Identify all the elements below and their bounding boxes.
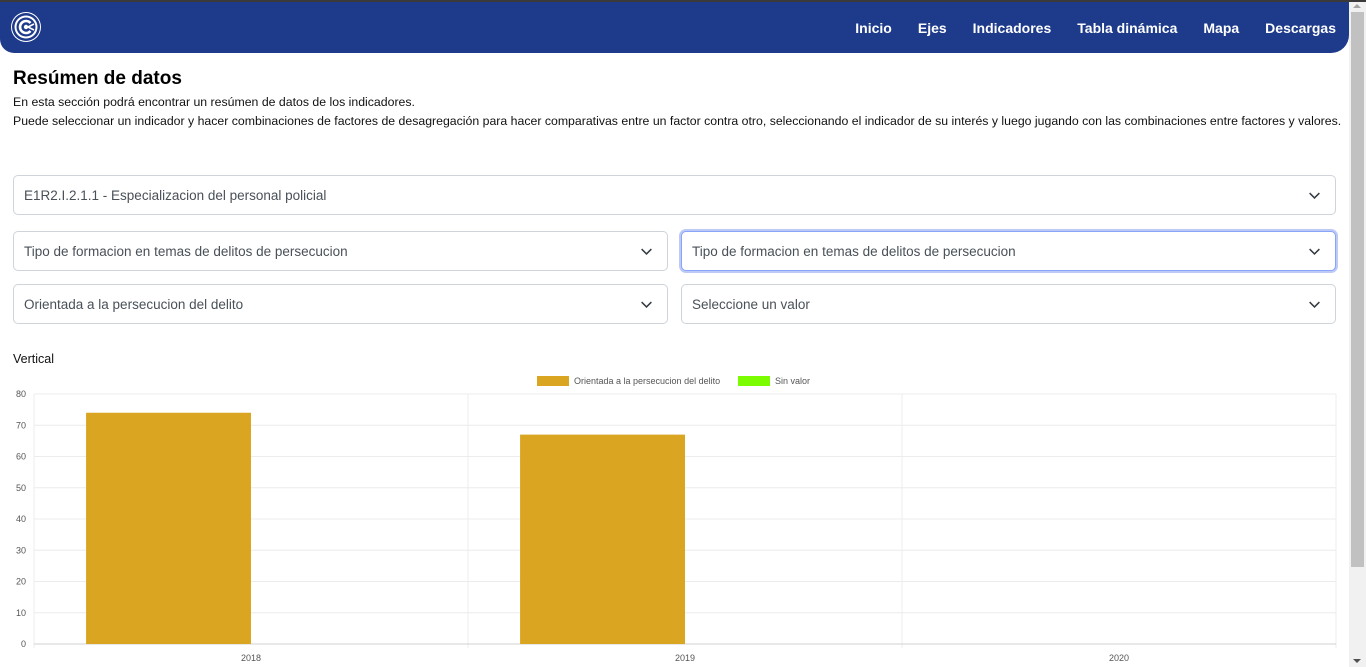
legend-swatch xyxy=(738,376,770,386)
y-tick-label: 40 xyxy=(16,514,26,524)
y-tick-label: 70 xyxy=(16,420,26,430)
y-tick-label: 50 xyxy=(16,483,26,493)
nav-link-mapa[interactable]: Mapa xyxy=(1203,20,1239,36)
y-tick-label: 80 xyxy=(16,389,26,399)
factor-left-select-value: Tipo de formacion en temas de delitos de… xyxy=(24,243,348,259)
page-scrollbar[interactable] xyxy=(1349,2,1366,667)
factor-right-select[interactable]: Tipo de formacion en temas de delitos de… xyxy=(681,231,1336,271)
chart-type-label: Vertical xyxy=(13,352,54,366)
chevron-down-icon xyxy=(641,301,652,308)
bar-chart: 0 10 20 30 40 50 60 70 80 2018 2019 2020 Orientada a… xyxy=(0,370,1349,667)
legend-label: Orientada a la persecucion del delito xyxy=(574,376,720,386)
chevron-down-icon xyxy=(1309,248,1320,255)
legend-swatch xyxy=(537,376,569,386)
indicator-select-value: E1R2.I.2.1.1 - Especializacion del perso… xyxy=(24,187,327,203)
scroll-down-arrow-icon[interactable] xyxy=(1353,659,1361,663)
nav-link-ejes[interactable]: Ejes xyxy=(918,20,947,36)
bar xyxy=(520,434,685,644)
bar-chart-svg: 0 10 20 30 40 50 60 70 80 2018 2019 2020 Orientada a… xyxy=(16,376,1337,663)
x-tick-label: 2018 xyxy=(241,653,261,663)
x-tick-label: 2019 xyxy=(675,653,695,663)
value-right-select[interactable]: Seleccione un valor xyxy=(681,284,1336,324)
value-left-select[interactable]: Orientada a la persecucion del delito xyxy=(13,284,668,324)
nav-links: Inicio Ejes Indicadores Tabla dinámica M… xyxy=(829,2,1336,53)
navbar: Inicio Ejes Indicadores Tabla dinámica M… xyxy=(0,2,1349,53)
scroll-up-arrow-icon[interactable] xyxy=(1353,4,1361,8)
factor-left-select[interactable]: Tipo de formacion en temas de delitos de… xyxy=(13,231,668,271)
y-tick-label: 20 xyxy=(16,577,26,587)
nav-link-inicio[interactable]: Inicio xyxy=(855,20,892,36)
indicator-select[interactable]: E1R2.I.2.1.1 - Especializacion del perso… xyxy=(13,175,1336,215)
bar xyxy=(86,412,251,644)
y-tick-label: 0 xyxy=(21,639,26,649)
y-tick-label: 30 xyxy=(16,545,26,555)
nav-link-indicadores[interactable]: Indicadores xyxy=(973,20,1052,36)
logo-icon[interactable] xyxy=(11,12,41,42)
nav-link-tabla-dinamica[interactable]: Tabla dinámica xyxy=(1077,20,1177,36)
scroll-thumb[interactable] xyxy=(1351,12,1364,567)
value-left-select-value: Orientada a la persecucion del delito xyxy=(24,296,244,312)
x-tick-label: 2020 xyxy=(1109,653,1129,663)
factor-right-select-value: Tipo de formacion en temas de delitos de… xyxy=(692,243,1016,259)
nav-link-descargas[interactable]: Descargas xyxy=(1265,20,1336,36)
chevron-down-icon xyxy=(641,248,652,255)
page-description-2: Puede seleccionar un indicador y hacer c… xyxy=(13,114,1342,128)
legend-label: Sin valor xyxy=(775,376,810,386)
chevron-down-icon xyxy=(1309,192,1320,199)
value-right-select-value: Seleccione un valor xyxy=(692,296,810,312)
y-tick-label: 10 xyxy=(16,608,26,618)
page-description-1: En esta sección podrá encontrar un resúm… xyxy=(13,95,415,109)
page-title: Resúmen de datos xyxy=(13,68,182,89)
chevron-down-icon xyxy=(1309,301,1320,308)
y-tick-label: 60 xyxy=(16,452,26,462)
